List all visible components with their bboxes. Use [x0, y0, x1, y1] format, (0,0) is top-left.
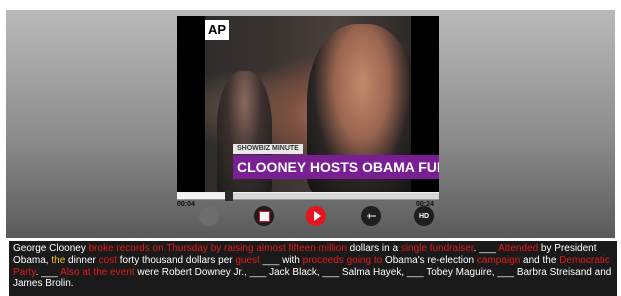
hd-icon: HD — [418, 212, 430, 220]
caption-text: . ___ — [473, 243, 499, 254]
plus-minus-icon: +− — [366, 211, 376, 221]
caption-text: . ___ — [35, 266, 61, 278]
caption-text: dollars in a — [346, 243, 401, 254]
progress-handle[interactable] — [225, 190, 234, 201]
caption-highlight: guest — [235, 254, 260, 266]
caption-highlight: cost — [98, 254, 117, 266]
caption-text: dinner — [65, 254, 99, 266]
progress-bar[interactable] — [177, 190, 439, 201]
caption-text: Obama's re-election — [382, 254, 477, 266]
caption-text: George Clooney — [13, 243, 89, 254]
caption-highlight: broke records on Thursday by raising alm… — [88, 243, 347, 254]
caption-highlight: proceeds going to — [302, 254, 383, 266]
hd-button[interactable]: HD — [414, 206, 434, 226]
headline-banner: CLOONEY HOSTS OBAMA FUNDR — [233, 155, 439, 179]
caption-highlight: campaign — [476, 254, 521, 266]
video-icon — [258, 210, 270, 222]
caption-text: and the — [520, 254, 560, 266]
caption-highlight: the — [51, 254, 66, 266]
caption-text: ___ with — [259, 254, 303, 266]
play-icon — [313, 211, 321, 221]
video-frame[interactable]: AP SHOWBIZ MINUTE CLOONEY HOSTS OBAMA FU… — [177, 16, 439, 194]
play-button[interactable] — [306, 206, 326, 226]
transcript-caption: George Clooney broke records on Thursday… — [9, 241, 617, 296]
video-player: AP SHOWBIZ MINUTE CLOONEY HOSTS OBAMA FU… — [6, 10, 615, 238]
caption-text: forty thousand dollars per — [116, 254, 236, 266]
segment-tag: SHOWBIZ MINUTE — [233, 144, 303, 154]
caption-highlight: Attended — [498, 243, 539, 254]
volume-button[interactable]: +− — [361, 206, 381, 226]
letterbox-left — [177, 16, 205, 194]
caption-highlight: Also at the event — [60, 266, 135, 278]
caption-highlight: single fundraiser — [400, 243, 474, 254]
progress-fill — [177, 193, 230, 199]
time-elapsed: 00:04 — [177, 201, 195, 208]
ap-logo: AP — [205, 20, 229, 40]
record-button[interactable] — [199, 206, 219, 226]
video-button[interactable] — [254, 206, 274, 226]
